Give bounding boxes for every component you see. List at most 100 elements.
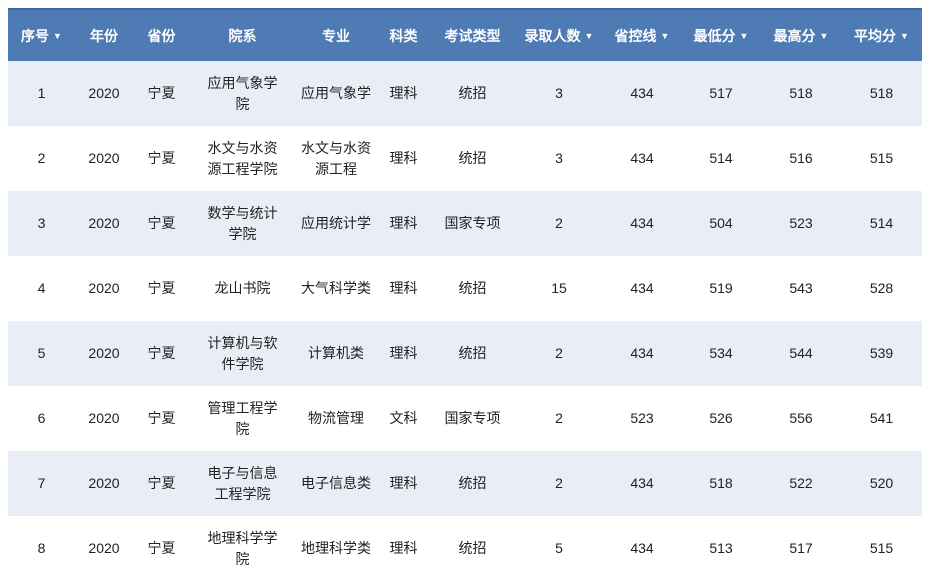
cell-index: 1 [8, 61, 75, 126]
table-body: 1 2020 宁夏 应用气象学院 应用气象学 理科 统招 3 434 517 518 518 2 2020… [8, 61, 922, 581]
cell-province: 宁夏 [133, 516, 190, 581]
column-header-province-control-line[interactable]: 省控线 ▼ [603, 8, 681, 61]
cell-major: 地理科学类 [295, 516, 377, 581]
column-header-avg-score[interactable]: 平均分 ▼ [841, 8, 922, 61]
cell-province: 宁夏 [133, 126, 190, 191]
cell-min_score: 517 [681, 61, 761, 126]
cell-year: 2020 [75, 386, 133, 451]
column-header-province: 省份 [133, 8, 190, 61]
cell-admitted_count: 2 [515, 451, 603, 516]
cell-admitted_count: 2 [515, 386, 603, 451]
cell-province_control_line: 434 [603, 126, 681, 191]
column-header-admitted-count[interactable]: 录取人数 ▼ [515, 8, 603, 61]
column-header-min-score[interactable]: 最低分 ▼ [681, 8, 761, 61]
cell-max_score: 556 [761, 386, 841, 451]
column-header-max-score[interactable]: 最高分 ▼ [761, 8, 841, 61]
cell-max_score: 518 [761, 61, 841, 126]
cell-avg_score: 539 [841, 321, 922, 386]
cell-max_score: 544 [761, 321, 841, 386]
column-label: 平均分 [854, 27, 897, 44]
header-row: 序号 ▼ 年份 省份 院系 专业 科类 考试类型 录取人数 ▼ 省控线 ▼ 最低… [8, 8, 922, 61]
cell-index: 4 [8, 256, 75, 321]
cell-text: 电子与信息工程学院 [207, 464, 278, 502]
column-label: 专业 [322, 27, 350, 44]
cell-year: 2020 [75, 516, 133, 581]
cell-subject_type: 理科 [377, 61, 430, 126]
sort-arrow-icon[interactable]: ▼ [661, 31, 670, 41]
cell-avg_score: 541 [841, 386, 922, 451]
cell-exam_type: 统招 [430, 321, 515, 386]
cell-province: 宁夏 [133, 386, 190, 451]
cell-max_score: 516 [761, 126, 841, 191]
cell-department: 电子与信息工程学院 [190, 451, 295, 516]
sort-arrow-icon[interactable]: ▼ [820, 31, 829, 41]
column-header-department: 院系 [190, 8, 295, 61]
cell-min_score: 514 [681, 126, 761, 191]
cell-admitted_count: 3 [515, 61, 603, 126]
cell-text: 电子信息类 [301, 475, 371, 491]
cell-province_control_line: 434 [603, 516, 681, 581]
cell-department: 水文与水资源工程学院 [190, 126, 295, 191]
cell-min_score: 513 [681, 516, 761, 581]
cell-min_score: 519 [681, 256, 761, 321]
cell-exam_type: 统招 [430, 61, 515, 126]
cell-avg_score: 514 [841, 191, 922, 256]
cell-text: 水文与水资源工程学院 [207, 139, 278, 177]
cell-subject_type: 文科 [377, 386, 430, 451]
cell-province: 宁夏 [133, 451, 190, 516]
cell-admitted_count: 15 [515, 256, 603, 321]
cell-text: 地理科学类 [301, 540, 371, 556]
cell-admitted_count: 2 [515, 321, 603, 386]
cell-major: 应用统计学 [295, 191, 377, 256]
cell-index: 5 [8, 321, 75, 386]
cell-text: 数学与统计学院 [207, 204, 278, 242]
column-header-subject-type: 科类 [377, 8, 430, 61]
cell-index: 7 [8, 451, 75, 516]
cell-department: 应用气象学院 [190, 61, 295, 126]
cell-subject_type: 理科 [377, 516, 430, 581]
cell-min_score: 534 [681, 321, 761, 386]
cell-province: 宁夏 [133, 321, 190, 386]
cell-admitted_count: 5 [515, 516, 603, 581]
cell-text: 大气科学类 [301, 280, 371, 296]
cell-year: 2020 [75, 191, 133, 256]
cell-department: 管理工程学院 [190, 386, 295, 451]
cell-province_control_line: 434 [603, 451, 681, 516]
column-label: 省控线 [614, 27, 657, 44]
cell-max_score: 543 [761, 256, 841, 321]
table-row: 3 2020 宁夏 数学与统计学院 应用统计学 理科 国家专项 2 434 504 523 514 [8, 191, 922, 256]
column-header-major: 专业 [295, 8, 377, 61]
cell-department: 计算机与软件学院 [190, 321, 295, 386]
cell-subject_type: 理科 [377, 126, 430, 191]
column-label: 科类 [389, 27, 418, 44]
cell-text: 应用气象学院 [207, 74, 278, 112]
cell-subject_type: 理科 [377, 451, 430, 516]
cell-exam_type: 统招 [430, 256, 515, 321]
cell-text: 计算机类 [308, 345, 364, 361]
cell-index: 6 [8, 386, 75, 451]
cell-province: 宁夏 [133, 61, 190, 126]
cell-subject_type: 理科 [377, 191, 430, 256]
cell-major: 水文与水资源工程 [295, 126, 377, 191]
column-header-index[interactable]: 序号 ▼ [8, 8, 75, 61]
column-label: 考试类型 [444, 27, 501, 44]
cell-exam_type: 统招 [430, 126, 515, 191]
sort-arrow-icon[interactable]: ▼ [585, 31, 594, 41]
column-header-year: 年份 [75, 8, 133, 61]
sort-arrow-icon[interactable]: ▼ [740, 31, 749, 41]
cell-exam_type: 统招 [430, 516, 515, 581]
cell-major: 大气科学类 [295, 256, 377, 321]
cell-avg_score: 518 [841, 61, 922, 126]
cell-text: 计算机与软件学院 [207, 334, 278, 372]
column-label: 最高分 [773, 27, 816, 44]
cell-admitted_count: 2 [515, 191, 603, 256]
cell-max_score: 522 [761, 451, 841, 516]
sort-arrow-icon[interactable]: ▼ [53, 31, 62, 41]
cell-text: 地理科学学院 [207, 529, 278, 567]
cell-department: 地理科学学院 [190, 516, 295, 581]
sort-arrow-icon[interactable]: ▼ [900, 31, 909, 41]
cell-min_score: 518 [681, 451, 761, 516]
cell-year: 2020 [75, 126, 133, 191]
cell-major: 物流管理 [295, 386, 377, 451]
cell-exam_type: 统招 [430, 451, 515, 516]
